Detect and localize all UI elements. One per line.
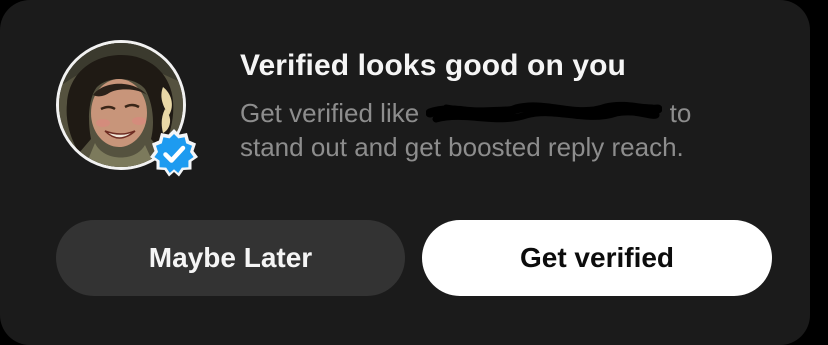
verification-prompt-card: Verified looks good on you Get verified …	[0, 0, 810, 345]
avatar-container	[56, 40, 198, 177]
description-text-before: Get verified like	[240, 98, 420, 128]
prompt-description: Get verified like to stand out and get b…	[240, 96, 760, 164]
redaction-scribble	[426, 99, 663, 125]
verified-badge-icon	[146, 126, 202, 182]
maybe-later-button[interactable]: Maybe Later	[56, 220, 405, 296]
prompt-title: Verified looks good on you	[240, 49, 626, 82]
get-verified-button[interactable]: Get verified	[422, 220, 772, 296]
